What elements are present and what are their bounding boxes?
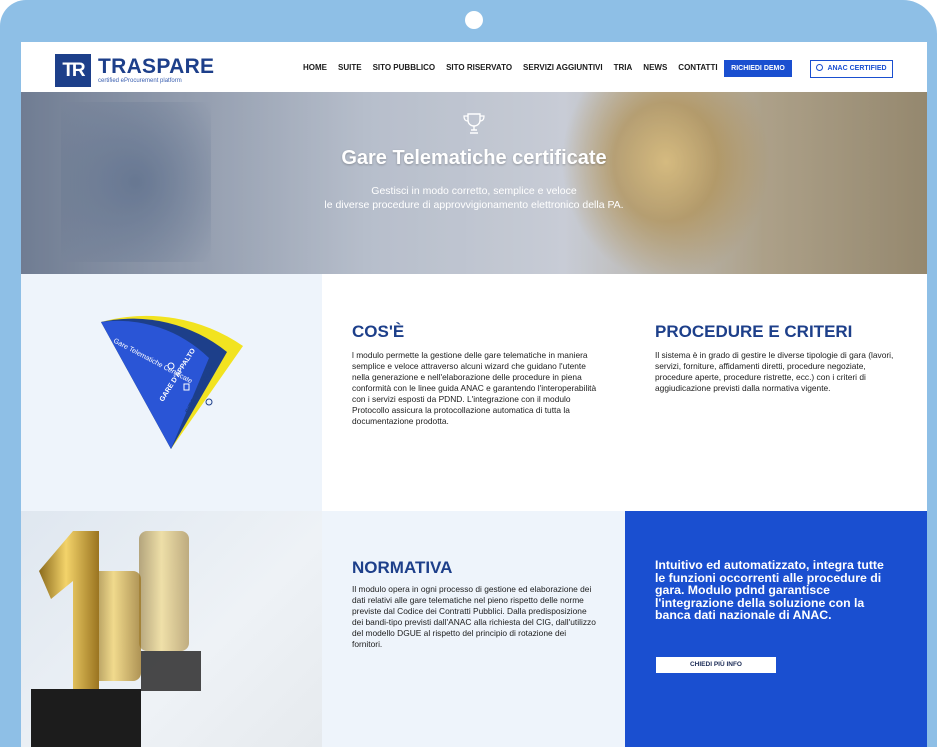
camera-dot (465, 11, 483, 29)
nav-home[interactable]: HOME (303, 63, 327, 72)
logo-tagline: certified eProcurement platform (98, 78, 182, 84)
logo-name[interactable]: TRASPARE (98, 55, 214, 79)
request-demo-button[interactable]: RICHIEDI DEMO (724, 60, 792, 77)
procedure-text: Il sistema è in grado di gestire le dive… (655, 350, 894, 393)
nav-suite[interactable]: SUITE (338, 63, 362, 72)
hero-title: Gare Telematiche certificate (341, 147, 607, 169)
anac-certified-button[interactable]: ANAC CERTIFIED (810, 60, 893, 78)
cose-section: COS'È l modulo permette la gestione dell… (352, 322, 602, 427)
nav-contatti[interactable]: CONTATTI (678, 63, 717, 72)
cose-text: l modulo permette la gestione delle gare… (352, 350, 597, 426)
hero-subtitle-line1: Gestisci in modo corretto, semplice e ve… (371, 185, 577, 197)
fan-graphic-panel: Gare Telematiche Certificate GARE D'APPA… (21, 274, 322, 511)
website-screen: TR TRASPARE certified eProcurement platf… (21, 42, 927, 747)
normativa-title: NORMATIVA (352, 558, 453, 577)
nav-sito-riservato[interactable]: SITO RISERVATO (446, 63, 512, 72)
nav-sito-pubblico[interactable]: SITO PUBBLICO (373, 63, 436, 72)
hero-banner: Gare Telematiche certificate Gestisci in… (21, 92, 927, 274)
nav-servizi-aggiuntivi[interactable]: SERVIZI AGGIUNTIVI (523, 63, 603, 72)
cose-title: COS'È (352, 322, 405, 341)
trophies-illustration (31, 531, 201, 747)
promo-text: Intuitivo ed automatizzato, integra tutt… (655, 558, 884, 622)
hero-subtitle-line2: le diverse procedure di approvvigionamen… (324, 199, 624, 211)
more-info-button[interactable]: CHIEDI PIÙ INFO (656, 657, 776, 673)
module-fan-graphic: Gare Telematiche Certificate GARE D'APPA… (101, 315, 243, 449)
procedure-title: PROCEDURE E CRITERI (655, 322, 853, 341)
logo-mark[interactable]: TR (55, 54, 91, 87)
trophy-icon (463, 113, 485, 134)
normativa-text: Il modulo opera in ogni processo di gest… (352, 584, 596, 649)
nav-news[interactable]: NEWS (643, 63, 667, 72)
nav-tria[interactable]: TRIA (614, 63, 633, 72)
site-header: TR TRASPARE certified eProcurement platf… (21, 42, 927, 92)
promo-panel (625, 511, 927, 747)
normativa-section: NORMATIVA Il modulo opera in ogni proces… (352, 558, 597, 650)
trophies-image (21, 511, 322, 747)
anac-certified-label: ANAC CERTIFIED (827, 65, 887, 72)
procedure-section: PROCEDURE E CRITERI Il sistema è in grad… (655, 322, 905, 394)
check-circle-icon (816, 64, 824, 71)
key-icon (205, 398, 213, 406)
tablet-frame: TR TRASPARE certified eProcurement platf… (0, 0, 937, 747)
main-nav: HOME SUITE SITO PUBBLICO SITO RISERVATO … (303, 63, 718, 72)
